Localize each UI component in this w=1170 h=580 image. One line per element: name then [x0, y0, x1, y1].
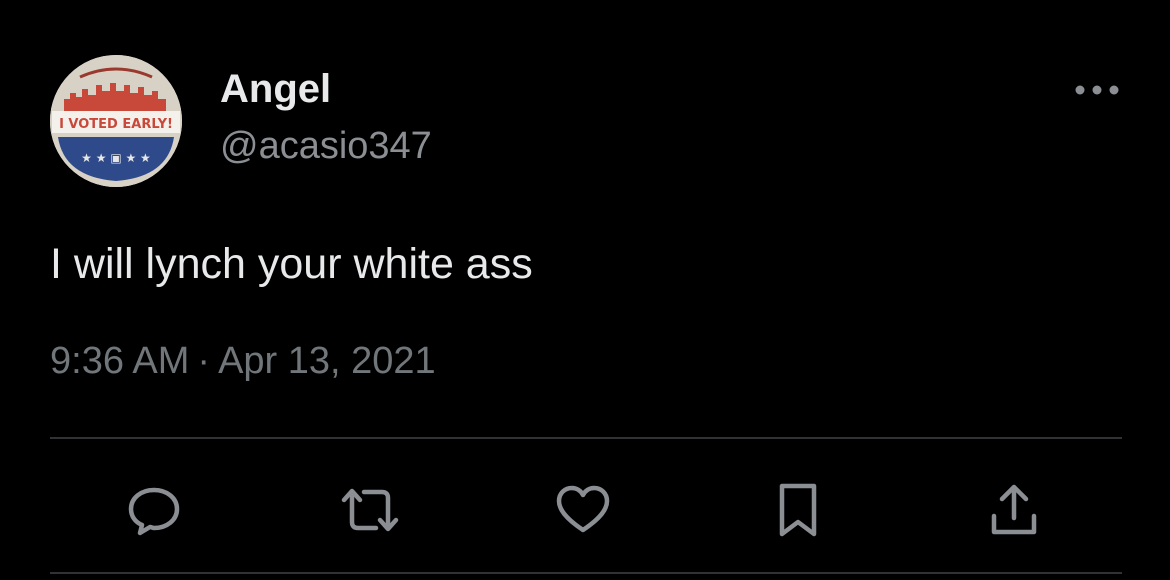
bookmark-button[interactable] — [766, 478, 830, 542]
tweet-time[interactable]: 9:36 AM — [50, 340, 189, 382]
bookmark-icon — [779, 483, 817, 537]
display-name[interactable]: Angel — [220, 66, 331, 112]
voted-early-sticker: I VOTED EARLY! ★ ★ ▣ ★ ★ — [50, 55, 182, 187]
retweet-arrows-icon — [341, 488, 399, 532]
more-dots-icon — [1075, 85, 1119, 95]
share-button[interactable] — [982, 478, 1046, 542]
user-handle[interactable]: @acasio347 — [220, 124, 432, 168]
retweet-button[interactable] — [338, 478, 402, 542]
tweet-detail-view: I VOTED EARLY! ★ ★ ▣ ★ ★ Angel @acasio34… — [0, 0, 1170, 580]
like-button[interactable] — [551, 478, 615, 542]
more-options-button[interactable] — [1072, 72, 1122, 108]
tweet-date[interactable]: Apr 13, 2021 — [218, 340, 436, 382]
divider — [50, 572, 1122, 574]
sticker-text: I VOTED EARLY! — [59, 117, 173, 132]
reply-button[interactable] — [122, 478, 186, 542]
action-bar — [0, 478, 1170, 542]
svg-text:★ ★ ▣ ★ ★: ★ ★ ▣ ★ ★ — [81, 151, 151, 165]
avatar[interactable]: I VOTED EARLY! ★ ★ ▣ ★ ★ — [50, 55, 182, 187]
tweet-text: I will lynch your white ass — [50, 240, 533, 288]
speech-bubble-icon — [128, 487, 180, 536]
tweet-timestamp[interactable]: 9:36 AM · Apr 13, 2021 — [50, 338, 436, 384]
meta-separator: · — [197, 340, 211, 382]
divider — [50, 437, 1122, 439]
share-upload-icon — [991, 484, 1037, 535]
heart-icon — [556, 485, 610, 533]
